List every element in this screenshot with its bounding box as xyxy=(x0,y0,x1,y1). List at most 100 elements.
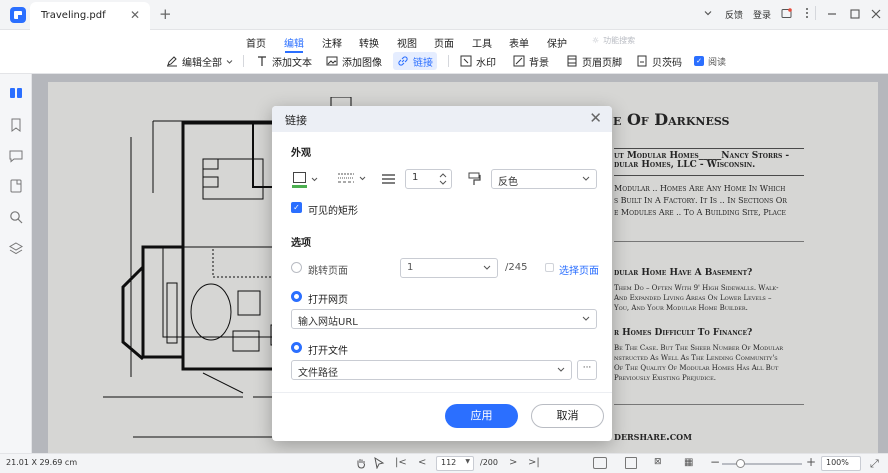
menu-home[interactable]: 首页 xyxy=(246,35,266,50)
ribbon: 首页 编辑 注释 转换 视图 页面 工具 表单 保护 ☼ 功能搜索 编辑全部 添加… xyxy=(0,30,888,74)
chevron-down-icon xyxy=(557,367,565,372)
layout-icon[interactable]: ▦ xyxy=(684,457,693,468)
last-page-icon[interactable]: >| xyxy=(528,457,540,468)
background-icon xyxy=(513,55,525,67)
zoom-select[interactable]: 100% xyxy=(821,456,861,471)
highlight-select[interactable]: 反色 xyxy=(491,169,597,189)
dialog-close-icon[interactable]: ✕ xyxy=(589,109,602,127)
open-web-radio[interactable] xyxy=(291,291,302,302)
select-page-link[interactable]: 选择页面 xyxy=(559,262,599,277)
attachment-icon[interactable] xyxy=(9,179,23,193)
edit-all-button[interactable]: 编辑全部 xyxy=(166,52,233,70)
prev-page-icon[interactable]: < xyxy=(418,457,426,468)
menu-view[interactable]: 视图 xyxy=(397,35,417,50)
tab-title: Traveling.pdf xyxy=(41,10,106,21)
add-image-button[interactable]: 添加图像 xyxy=(326,52,382,70)
zoom-slider[interactable] xyxy=(722,463,802,465)
chevron-down-icon: ▼ xyxy=(465,458,470,465)
menu-page[interactable]: 页面 xyxy=(434,35,454,50)
visible-rect-checkbox[interactable]: ✓ xyxy=(291,202,302,213)
fullscreen-icon[interactable]: ⤢ xyxy=(870,457,879,471)
stepper-arrows-icon[interactable] xyxy=(439,172,447,186)
apply-button[interactable]: 应用 xyxy=(445,404,518,428)
chevron-down-icon xyxy=(483,265,491,270)
dialog-title: 链接 xyxy=(285,114,307,127)
rotate-icon[interactable]: ⊠ xyxy=(654,457,662,467)
url-input[interactable]: 输入网站URL xyxy=(291,309,597,329)
watermark-button[interactable]: 水印 xyxy=(460,52,496,70)
maximize-icon[interactable] xyxy=(850,9,860,19)
feedback-link[interactable]: 反馈 xyxy=(725,8,743,21)
tab-close-icon[interactable]: ✕ xyxy=(130,8,140,22)
background-label: 背景 xyxy=(529,57,549,69)
menu-annotate[interactable]: 注释 xyxy=(322,35,342,50)
read-checkbox[interactable]: ✓ xyxy=(694,56,704,66)
menu-tools[interactable]: 工具 xyxy=(472,35,492,50)
bates-button[interactable]: 贝茨码 xyxy=(636,52,682,70)
next-page-icon[interactable]: > xyxy=(509,457,517,468)
image-icon xyxy=(326,56,338,66)
minimize-icon[interactable] xyxy=(827,9,837,19)
page-number-input[interactable]: 112 ▼ xyxy=(436,456,474,471)
current-page: 112 xyxy=(441,458,457,467)
notification-icon[interactable] xyxy=(781,8,792,19)
menu-convert[interactable]: 转换 xyxy=(359,35,379,50)
edit-all-label: 编辑全部 xyxy=(182,57,222,69)
link-button[interactable]: 链接 xyxy=(393,52,437,70)
border-color-swatch xyxy=(292,185,307,188)
border-color-picker[interactable] xyxy=(291,170,323,188)
close-window-icon[interactable] xyxy=(871,9,881,19)
open-file-radio[interactable] xyxy=(291,342,302,353)
header-footer-button[interactable]: 页眉页脚 xyxy=(566,52,622,70)
total-pages: /200 xyxy=(480,458,498,467)
select-tool-icon[interactable] xyxy=(373,457,385,469)
feature-search[interactable]: ☼ 功能搜索 xyxy=(592,35,635,46)
new-tab-icon[interactable]: + xyxy=(159,5,172,23)
more-options-icon[interactable] xyxy=(805,7,809,19)
visible-rect-label: 可见的矩形 xyxy=(308,206,358,217)
appearance-heading: 外观 xyxy=(291,148,311,159)
menu-protect[interactable]: 保护 xyxy=(547,35,567,50)
comment-icon[interactable] xyxy=(9,149,23,163)
header-footer-label: 页眉页脚 xyxy=(582,57,622,69)
read-label: 阅读 xyxy=(708,57,727,68)
fit-width-icon[interactable] xyxy=(625,457,637,469)
menu-forms[interactable]: 表单 xyxy=(509,35,529,50)
options-heading: 选项 xyxy=(291,238,311,249)
fit-page-icon[interactable] xyxy=(593,457,607,469)
add-text-button[interactable]: 添加文本 xyxy=(256,52,312,70)
hand-tool-icon[interactable] xyxy=(355,457,367,469)
bates-icon xyxy=(637,55,647,67)
menu-edit[interactable]: 编辑 xyxy=(284,35,304,53)
zoom-slider-handle[interactable] xyxy=(736,459,745,468)
thumbnails-icon[interactable] xyxy=(9,86,23,100)
layers-icon[interactable] xyxy=(9,242,23,256)
bates-label: 贝茨码 xyxy=(652,57,682,69)
status-bar: 21.01 X 29.69 cm |< < 112 ▼ /200 > >| ⊠ … xyxy=(0,453,888,473)
file-path-input[interactable]: 文件路径 xyxy=(291,360,572,380)
line-style-icon xyxy=(338,173,354,183)
zoom-out-icon[interactable]: − xyxy=(710,455,720,469)
line-style-picker[interactable] xyxy=(337,172,369,188)
zoom-in-icon[interactable]: + xyxy=(806,455,816,469)
bookmark-icon[interactable] xyxy=(9,118,23,132)
search-icon[interactable] xyxy=(9,210,23,224)
browse-file-button[interactable]: ··· xyxy=(577,360,597,380)
line-width-stepper[interactable]: 1 xyxy=(405,169,452,189)
login-link[interactable]: 登录 xyxy=(753,8,771,21)
select-page-checkbox[interactable] xyxy=(545,263,554,272)
lightbulb-icon: ☼ xyxy=(592,36,600,45)
chevron-down-icon[interactable] xyxy=(703,8,713,18)
link-icon xyxy=(398,56,408,66)
document-tab[interactable]: Traveling.pdf ✕ xyxy=(30,2,150,30)
first-page-icon[interactable]: |< xyxy=(395,457,407,468)
page-number-select[interactable]: 1 xyxy=(400,258,498,278)
chevron-down-icon xyxy=(582,316,590,321)
background-button[interactable]: 背景 xyxy=(513,52,549,70)
url-input-value: 输入网站URL xyxy=(298,317,358,328)
toolbar-divider xyxy=(243,55,244,67)
read-toggle[interactable]: ✓ 阅读 xyxy=(694,52,726,70)
goto-page-radio[interactable] xyxy=(291,262,302,273)
open-file-label: 打开文件 xyxy=(308,346,348,357)
cancel-button[interactable]: 取消 xyxy=(531,404,604,428)
